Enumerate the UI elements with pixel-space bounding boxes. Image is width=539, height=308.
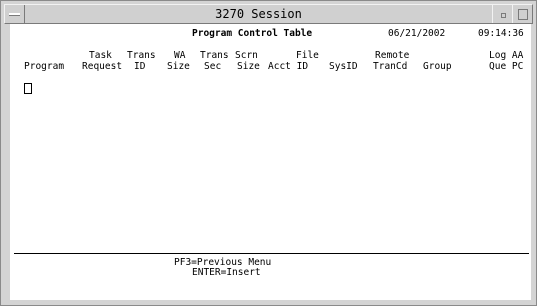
maximize-icon (518, 9, 528, 20)
col-group: Group (423, 61, 452, 72)
screen-time: 09:14:36 (478, 28, 524, 39)
col-trans-sec: Sec (204, 61, 222, 72)
col-scrn-size-top: Scrn (235, 50, 258, 61)
col-remote-trancd: TranCd (373, 61, 408, 72)
window-menu-button[interactable] (5, 5, 25, 23)
col-scrn-size: Size (237, 61, 260, 72)
col-task-request: Request (82, 61, 123, 72)
col-sysid: SysID (329, 61, 358, 72)
program-input-cursor[interactable] (24, 83, 32, 94)
enter-insert-key[interactable]: ENTER=Insert (192, 267, 261, 278)
col-log-aa-que-pc-top: Log AA (489, 50, 524, 61)
minimize-icon (501, 13, 506, 18)
col-trans-id: ID (134, 61, 146, 72)
separator-line (14, 253, 529, 254)
col-trans-id-top: Trans (127, 50, 156, 61)
window-menu-icon (9, 13, 20, 16)
session-window: 3270 Session Program Control Table 06/21… (0, 0, 537, 306)
col-task-request-top: Task (89, 50, 112, 61)
col-program: Program (24, 61, 65, 72)
screen-title: Program Control Table (192, 28, 313, 39)
screen-date: 06/21/2002 (388, 28, 446, 39)
maximize-button[interactable] (512, 5, 532, 23)
terminal-screen[interactable]: Program Control Table 06/21/2002 09:14:3… (10, 24, 531, 300)
window-title: 3270 Session (215, 7, 302, 21)
title-bar[interactable]: 3270 Session (4, 4, 533, 24)
col-remote-trancd-top: Remote (375, 50, 410, 61)
col-log-aa-que-pc: Que PC (489, 61, 524, 72)
col-wa-size: Size (167, 61, 190, 72)
col-file-acct-id-top: File (296, 50, 319, 61)
col-wa-size-top: WA (174, 50, 186, 61)
col-trans-sec-top: Trans (200, 50, 229, 61)
minimize-button[interactable] (492, 5, 512, 23)
col-file-acct-id: Acct ID (268, 61, 309, 72)
